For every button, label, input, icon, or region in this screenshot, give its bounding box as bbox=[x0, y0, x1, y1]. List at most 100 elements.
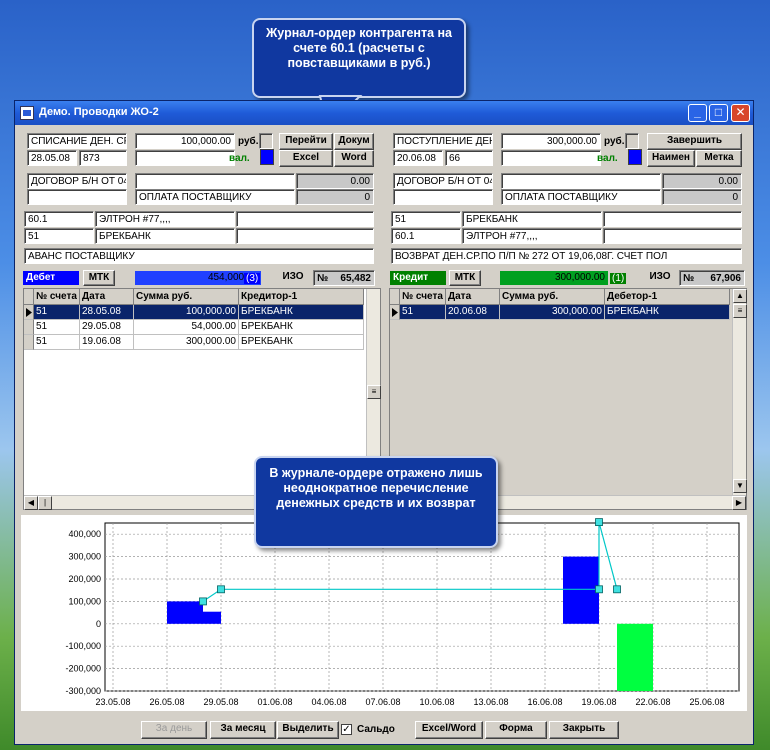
left-field-small[interactable] bbox=[27, 189, 127, 205]
window-title: Демо. Проводки ЖО-2 bbox=[39, 106, 159, 118]
y-tick-label: -200,000 bbox=[65, 664, 101, 674]
scroll-hthumb[interactable]: | bbox=[38, 496, 52, 510]
mark-button[interactable]: Метка bbox=[696, 150, 742, 167]
right-vscrollbar[interactable]: ▲ ≡ ▼ bbox=[732, 289, 747, 495]
row-pointer-icon bbox=[24, 305, 34, 320]
finish-button[interactable]: Завершить bbox=[647, 133, 742, 150]
close-button[interactable]: Закрыть bbox=[549, 721, 619, 739]
right-acc1-name[interactable]: БРЕКБАНК bbox=[462, 211, 602, 227]
left-color-indicator bbox=[260, 149, 274, 165]
right-acc2[interactable]: 60.1 bbox=[391, 228, 461, 244]
cell[interactable]: 51 bbox=[400, 305, 446, 320]
left-description[interactable]: АВАНС ПОСТАВЩИКУ bbox=[24, 248, 374, 264]
by-day-button[interactable]: За день bbox=[141, 721, 207, 739]
left-number[interactable]: 873 bbox=[79, 150, 127, 166]
y-tick-label: 0 bbox=[96, 619, 101, 629]
cell[interactable]: БРЕКБАНК bbox=[239, 320, 364, 335]
left-acc1-extra[interactable] bbox=[236, 211, 374, 227]
left-izo-button[interactable]: ИЗО bbox=[278, 270, 308, 286]
right-acc1[interactable]: 51 bbox=[391, 211, 461, 227]
cell[interactable]: 29.05.08 bbox=[80, 320, 134, 335]
right-amount[interactable]: 300,000.00 bbox=[501, 133, 601, 149]
cell[interactable]: 100,000.00 bbox=[134, 305, 239, 320]
cell[interactable]: 300,000.00 bbox=[500, 305, 605, 320]
right-field-right1: 0.00 bbox=[662, 173, 742, 189]
left-col-creditor[interactable]: Кредитор-1 bbox=[239, 289, 364, 305]
minimize-button[interactable]: _ bbox=[688, 104, 707, 122]
scroll-left-icon[interactable]: ◀ bbox=[24, 496, 38, 510]
right-currency-field[interactable] bbox=[501, 150, 601, 166]
left-num-value: 65,482 bbox=[340, 273, 371, 284]
left-col-account[interactable]: № счета bbox=[34, 289, 80, 305]
right-field-small[interactable] bbox=[393, 189, 493, 205]
left-field-right1: 0.00 bbox=[296, 173, 374, 189]
right-acc2-extra[interactable] bbox=[603, 228, 742, 244]
saldo-checkbox[interactable]: ✓ Сальдо bbox=[341, 722, 411, 738]
scroll-down-icon[interactable]: ▼ bbox=[733, 479, 747, 493]
left-contract[interactable]: ДОГОВОР Б/Н ОТ 04 bbox=[27, 173, 127, 189]
left-col-amount[interactable]: Сумма руб. bbox=[134, 289, 239, 305]
word-button[interactable]: Word bbox=[334, 150, 374, 167]
left-col-date[interactable]: Дата bbox=[80, 289, 134, 305]
left-acc2-extra[interactable] bbox=[236, 228, 374, 244]
cell[interactable]: 300,000.00 bbox=[134, 335, 239, 350]
right-field-mid1[interactable] bbox=[501, 173, 661, 189]
cell[interactable]: 54,000.00 bbox=[134, 320, 239, 335]
by-month-button[interactable]: За месяц bbox=[210, 721, 276, 739]
excel-button[interactable]: Excel bbox=[279, 150, 333, 167]
cell[interactable]: 51 bbox=[34, 335, 80, 350]
maximize-button[interactable]: □ bbox=[709, 104, 728, 122]
cell[interactable]: БРЕКБАНК bbox=[239, 305, 364, 320]
left-acc2-name[interactable]: БРЕКБАНК bbox=[95, 228, 235, 244]
credit-total: 300,000.00 bbox=[554, 272, 605, 283]
cell[interactable]: БРЕКБАНК bbox=[605, 305, 730, 320]
excel-word-button[interactable]: Excel/Word bbox=[415, 721, 483, 739]
right-col-amount[interactable]: Сумма руб. bbox=[500, 289, 605, 305]
left-val-label: вал. bbox=[229, 153, 250, 164]
scroll-up-icon[interactable]: ▲ bbox=[733, 289, 747, 303]
name-button[interactable]: Наимен bbox=[647, 150, 695, 167]
cell[interactable]: 20.06.08 bbox=[446, 305, 500, 320]
scroll-thumb[interactable]: ≡ bbox=[733, 304, 747, 318]
right-purpose[interactable]: ОПЛАТА ПОСТАВЩИКУ bbox=[501, 189, 661, 205]
right-col-date[interactable]: Дата bbox=[446, 289, 500, 305]
callout-top-text: Журнал-ордер контрагента на счете 60.1 (… bbox=[265, 26, 453, 70]
right-field-right2: 0 bbox=[662, 189, 742, 205]
right-color-indicator bbox=[628, 149, 642, 165]
right-col-debtor[interactable]: Дебетор-1 bbox=[605, 289, 730, 305]
left-amount[interactable]: 100,000.00 bbox=[135, 133, 235, 149]
right-izo-button[interactable]: ИЗО bbox=[645, 270, 675, 286]
left-date[interactable]: 28.05.08 bbox=[27, 150, 77, 166]
left-mtk-button[interactable]: МТК bbox=[83, 270, 115, 286]
right-description[interactable]: ВОЗВРАТ ДЕН.СР.ПО П/П № 272 ОТ 19,06,08Г… bbox=[391, 248, 742, 264]
left-acc1[interactable]: 60.1 bbox=[24, 211, 94, 227]
doc-button[interactable]: Докум bbox=[334, 133, 374, 150]
title-bar[interactable]: Демо. Проводки ЖО-2 _ □ ✕ bbox=[15, 101, 753, 125]
goto-button[interactable]: Перейти bbox=[279, 133, 333, 150]
right-acc1-extra[interactable] bbox=[603, 211, 742, 227]
right-acc2-name[interactable]: ЭЛТРОН #77,,,, bbox=[462, 228, 602, 244]
cell[interactable]: БРЕКБАНК bbox=[239, 335, 364, 350]
cell[interactable]: 28.05.08 bbox=[80, 305, 134, 320]
right-date[interactable]: 20.06.08 bbox=[393, 150, 443, 166]
scroll-thumb[interactable]: ≡ bbox=[367, 385, 381, 399]
left-purpose[interactable]: ОПЛАТА ПОСТАВЩИКУ bbox=[135, 189, 295, 205]
cell[interactable]: 51 bbox=[34, 320, 80, 335]
right-contract[interactable]: ДОГОВОР Б/Н ОТ 04 bbox=[393, 173, 493, 189]
right-doc-type[interactable]: ПОСТУПЛЕНИЕ ДЕН bbox=[393, 133, 493, 149]
left-acc2[interactable]: 51 bbox=[24, 228, 94, 244]
left-field-mid1[interactable] bbox=[135, 173, 295, 189]
cell[interactable]: 19.06.08 bbox=[80, 335, 134, 350]
left-currency-field[interactable] bbox=[135, 150, 235, 166]
checkbox-check-icon[interactable]: ✓ bbox=[341, 724, 352, 735]
right-mtk-button[interactable]: МТК bbox=[449, 270, 481, 286]
close-window-button[interactable]: ✕ bbox=[731, 104, 750, 122]
left-doc-type[interactable]: СПИСАНИЕ ДЕН. СР bbox=[27, 133, 127, 149]
cell[interactable]: 51 bbox=[34, 305, 80, 320]
select-button[interactable]: Выделить bbox=[277, 721, 339, 739]
scroll-right-icon[interactable]: ▶ bbox=[732, 496, 746, 510]
right-col-account[interactable]: № счета bbox=[400, 289, 446, 305]
left-acc1-name[interactable]: ЭЛТРОН #77,,,, bbox=[95, 211, 235, 227]
right-number[interactable]: 66 bbox=[445, 150, 493, 166]
form-button[interactable]: Форма bbox=[485, 721, 547, 739]
